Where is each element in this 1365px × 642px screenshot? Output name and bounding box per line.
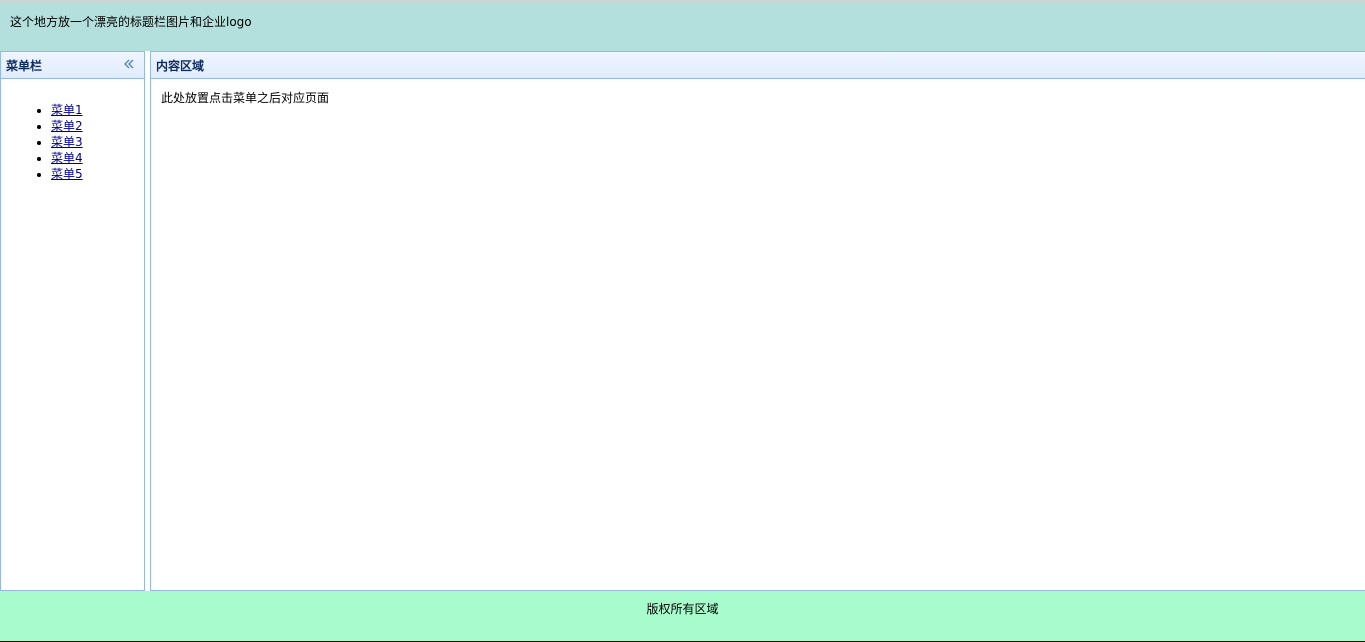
menu-link-3[interactable]: 菜单3 [51,135,83,149]
header-text: 这个地方放一个漂亮的标题栏图片和企业logo [10,15,252,29]
header-region: 这个地方放一个漂亮的标题栏图片和企业logo [0,3,1365,51]
menu-link-4[interactable]: 菜单4 [51,151,83,165]
menu-panel: 菜单栏 菜单1 菜单2 菜单3 菜单4 菜单5 [0,51,145,591]
content-panel-title: 内容区域 [156,59,205,73]
menu-link-1[interactable]: 菜单1 [51,103,83,117]
menu-panel-title: 菜单栏 [6,59,43,73]
footer-region: 版权所有区域 [0,591,1365,641]
menu-item-4: 菜单4 [51,150,144,166]
content-placeholder-text: 此处放置点击菜单之后对应页面 [161,91,330,105]
footer-text: 版权所有区域 [646,602,719,616]
menu-list: 菜单1 菜单2 菜单3 菜单4 菜单5 [1,102,144,182]
menu-item-5: 菜单5 [51,166,144,182]
menu-item-2: 菜单2 [51,118,144,134]
double-chevron-left-icon[interactable] [122,57,136,71]
menu-link-5[interactable]: 菜单5 [51,167,83,181]
menu-link-2[interactable]: 菜单2 [51,119,83,133]
menu-panel-header: 菜单栏 [1,52,144,79]
content-panel-header: 内容区域 [151,52,1365,79]
menu-item-1: 菜单1 [51,102,144,118]
content-panel: 内容区域 此处放置点击菜单之后对应页面 [150,51,1365,591]
menu-item-3: 菜单3 [51,134,144,150]
